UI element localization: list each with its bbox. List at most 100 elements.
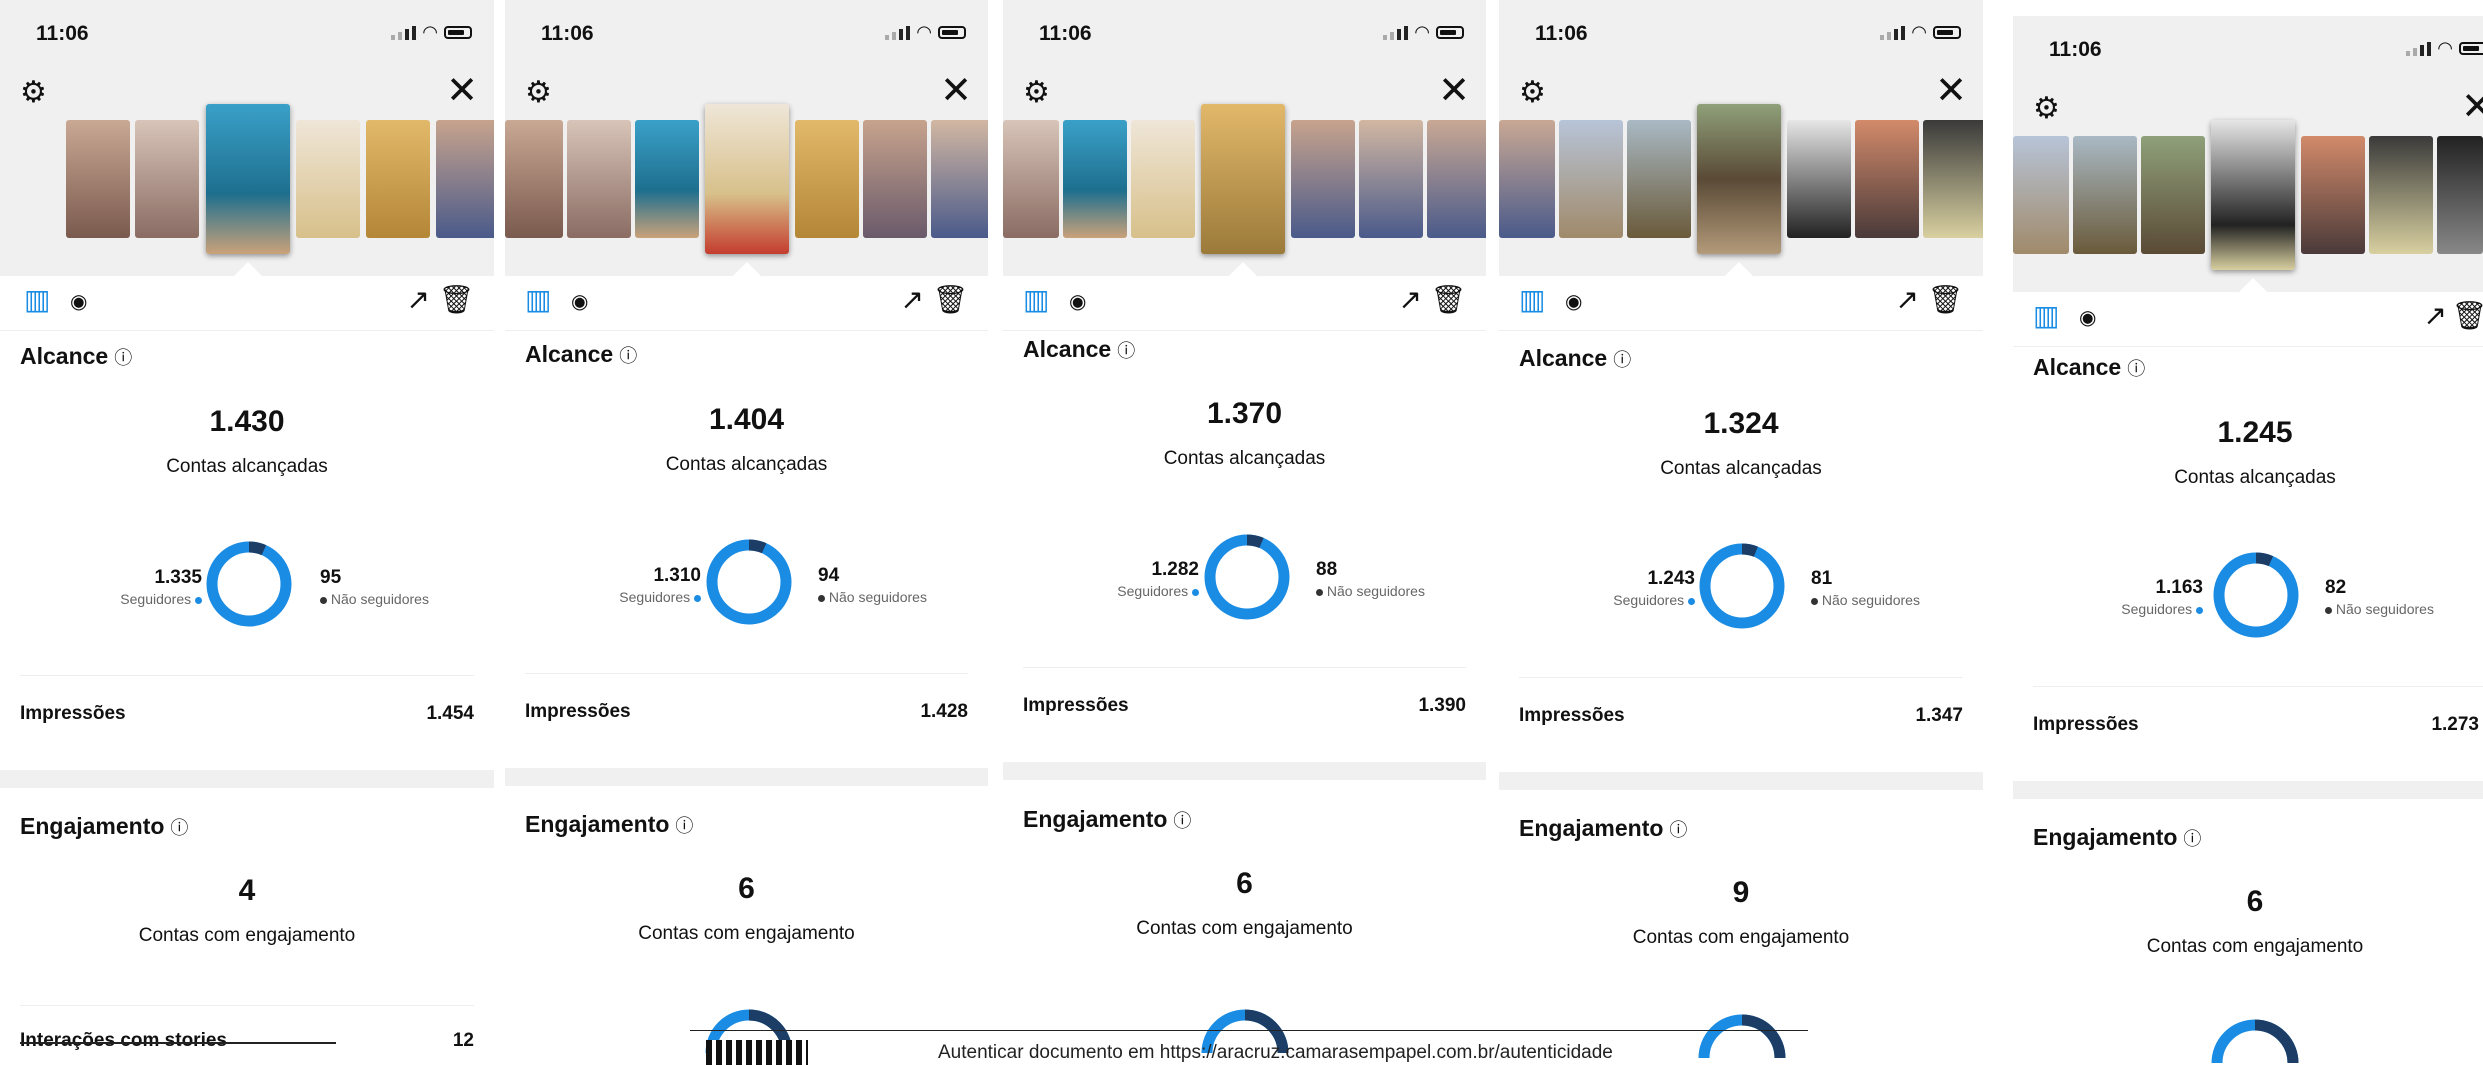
- story-thumbnail-selected[interactable]: [2211, 120, 2295, 270]
- impressions-label: Impressões: [525, 701, 631, 722]
- bar-chart-icon[interactable]: ▥: [525, 286, 551, 314]
- story-thumbnail[interactable]: [1427, 120, 1486, 238]
- bar-chart-icon[interactable]: ▥: [24, 286, 50, 314]
- interactions-label: Interações com stories: [20, 1030, 227, 1051]
- story-thumbnail[interactable]: [505, 120, 563, 238]
- followers-count: 1.163: [2155, 577, 2203, 598]
- story-header: ⚙ ✕: [1003, 64, 1486, 276]
- story-thumbnail[interactable]: [1855, 120, 1919, 238]
- story-thumbnail[interactable]: [1063, 120, 1127, 238]
- story-thumbnail[interactable]: [795, 120, 859, 238]
- story-thumbnail[interactable]: [1923, 120, 1983, 238]
- bar-chart-icon[interactable]: ▥: [1023, 286, 1049, 314]
- divider: [20, 675, 474, 676]
- story-thumbnail[interactable]: [863, 120, 927, 238]
- bar-chart-icon[interactable]: ▥: [2033, 302, 2059, 330]
- story-thumbnail[interactable]: [2141, 136, 2205, 254]
- trend-icon[interactable]: ↗: [1399, 286, 1422, 314]
- story-thumbnail[interactable]: [1291, 120, 1355, 238]
- story-insights-panel: 11:06 ◠ ⚙ ✕ ▥ ◉ ↗ 🗑 Alcance ⓘ 1.245 Conta…: [2013, 16, 2483, 1065]
- divider: [20, 1005, 474, 1006]
- impressions-label: Impressões: [20, 703, 126, 724]
- trash-icon[interactable]: 🗑: [2451, 302, 2483, 330]
- story-thumbnail[interactable]: [567, 120, 631, 238]
- story-thumbnail[interactable]: [1003, 120, 1059, 238]
- trash-icon[interactable]: 🗑: [1430, 286, 1466, 314]
- eye-icon[interactable]: ◉: [1565, 292, 1582, 312]
- insights-toolbar: ▥ ◉ ↗ 🗑: [1003, 276, 1486, 331]
- impressions-row: Impressões 1.390: [1023, 695, 1466, 717]
- story-thumbnail[interactable]: [2013, 136, 2069, 254]
- story-thumbnail[interactable]: [1359, 120, 1423, 238]
- story-thumbnail[interactable]: [1131, 120, 1195, 238]
- story-thumbnail[interactable]: [635, 120, 699, 238]
- followers-dot: [1192, 588, 1199, 596]
- info-icon[interactable]: ⓘ: [619, 346, 637, 366]
- selection-pointer: [733, 262, 761, 276]
- insights-toolbar: ▥ ◉ ↗ 🗑: [1499, 276, 1983, 331]
- story-thumbnail[interactable]: [2437, 136, 2483, 254]
- engagement-label: Contas com engajamento: [1632, 927, 1850, 948]
- info-icon[interactable]: ⓘ: [170, 818, 188, 838]
- story-thumbnail[interactable]: [2369, 136, 2433, 254]
- story-thumbnail[interactable]: [1559, 120, 1623, 238]
- trend-icon[interactable]: ↗: [1896, 286, 1919, 314]
- story-thumbnail-selected[interactable]: [206, 104, 290, 254]
- engagement-title: Engajamento ⓘ: [2033, 824, 2202, 850]
- eye-icon[interactable]: ◉: [2079, 308, 2096, 328]
- info-icon[interactable]: ⓘ: [2127, 359, 2145, 379]
- trash-icon[interactable]: 🗑: [1927, 286, 1963, 314]
- status-bar: 11:06 ◠: [2013, 16, 2483, 80]
- story-thumbnail[interactable]: [2301, 136, 2365, 254]
- wifi-icon: ◠: [1414, 22, 1430, 42]
- eye-icon[interactable]: ◉: [571, 292, 588, 312]
- info-icon[interactable]: ⓘ: [675, 816, 693, 836]
- story-thumbnail[interactable]: [1787, 120, 1851, 238]
- story-thumbnail[interactable]: [436, 120, 494, 238]
- trend-icon[interactable]: ↗: [407, 286, 430, 314]
- status-bar: 11:06 ◠: [1499, 0, 1983, 64]
- status-time: 11:06: [1535, 22, 1588, 45]
- info-icon[interactable]: ⓘ: [114, 348, 132, 368]
- story-thumbnail[interactable]: [1627, 120, 1691, 238]
- followers-stat: 1.282 Seguidores: [1117, 559, 1199, 599]
- info-icon[interactable]: ⓘ: [1613, 350, 1631, 370]
- status-time: 11:06: [2049, 38, 2102, 61]
- story-thumbnail-selected[interactable]: [1201, 104, 1285, 254]
- eye-icon[interactable]: ◉: [1069, 292, 1086, 312]
- trend-icon[interactable]: ↗: [2424, 302, 2447, 330]
- trash-icon[interactable]: 🗑: [932, 286, 968, 314]
- story-thumbnail[interactable]: [931, 120, 988, 238]
- signal-icon: [391, 25, 417, 40]
- insights-toolbar: ▥ ◉ ↗ 🗑: [0, 276, 494, 331]
- story-thumbnail[interactable]: [2073, 136, 2137, 254]
- trash-icon[interactable]: 🗑: [438, 286, 474, 314]
- engagement-value: 6: [1236, 867, 1253, 900]
- nonfollowers-label: Não seguidores: [1821, 592, 1920, 608]
- story-thumbnail[interactable]: [1499, 120, 1555, 238]
- section-separator: [0, 770, 494, 788]
- story-thumbnail[interactable]: [135, 120, 199, 238]
- engagement-arc-dark: [1741, 1014, 1786, 1059]
- story-thumbnail-selected[interactable]: [705, 104, 789, 254]
- story-thumbnail[interactable]: [296, 120, 360, 238]
- engagement-donut-partial: [2211, 1019, 2299, 1064]
- info-icon[interactable]: ⓘ: [1173, 811, 1191, 831]
- reach-label: Contas alcançadas: [1660, 458, 1822, 479]
- nonfollowers-label: Não seguidores: [330, 591, 429, 607]
- story-thumbnail[interactable]: [66, 120, 130, 238]
- section-separator: [1499, 772, 1983, 790]
- bar-chart-icon[interactable]: ▥: [1519, 286, 1545, 314]
- story-thumbnails: [1003, 104, 1486, 274]
- info-icon[interactable]: ⓘ: [2183, 829, 2201, 849]
- trend-icon[interactable]: ↗: [901, 286, 924, 314]
- story-thumbnail-selected[interactable]: [1697, 104, 1781, 254]
- info-icon[interactable]: ⓘ: [1117, 341, 1135, 361]
- followers-count: 1.310: [653, 565, 701, 586]
- info-icon[interactable]: ⓘ: [1669, 820, 1687, 840]
- donut-followers-arc: [1204, 534, 1290, 620]
- followers-label: Seguidores: [120, 591, 192, 607]
- story-thumbnail[interactable]: [366, 120, 430, 238]
- eye-icon[interactable]: ◉: [70, 292, 87, 312]
- authentication-footer: Autenticar documento em https://aracruz.…: [938, 1042, 1613, 1063]
